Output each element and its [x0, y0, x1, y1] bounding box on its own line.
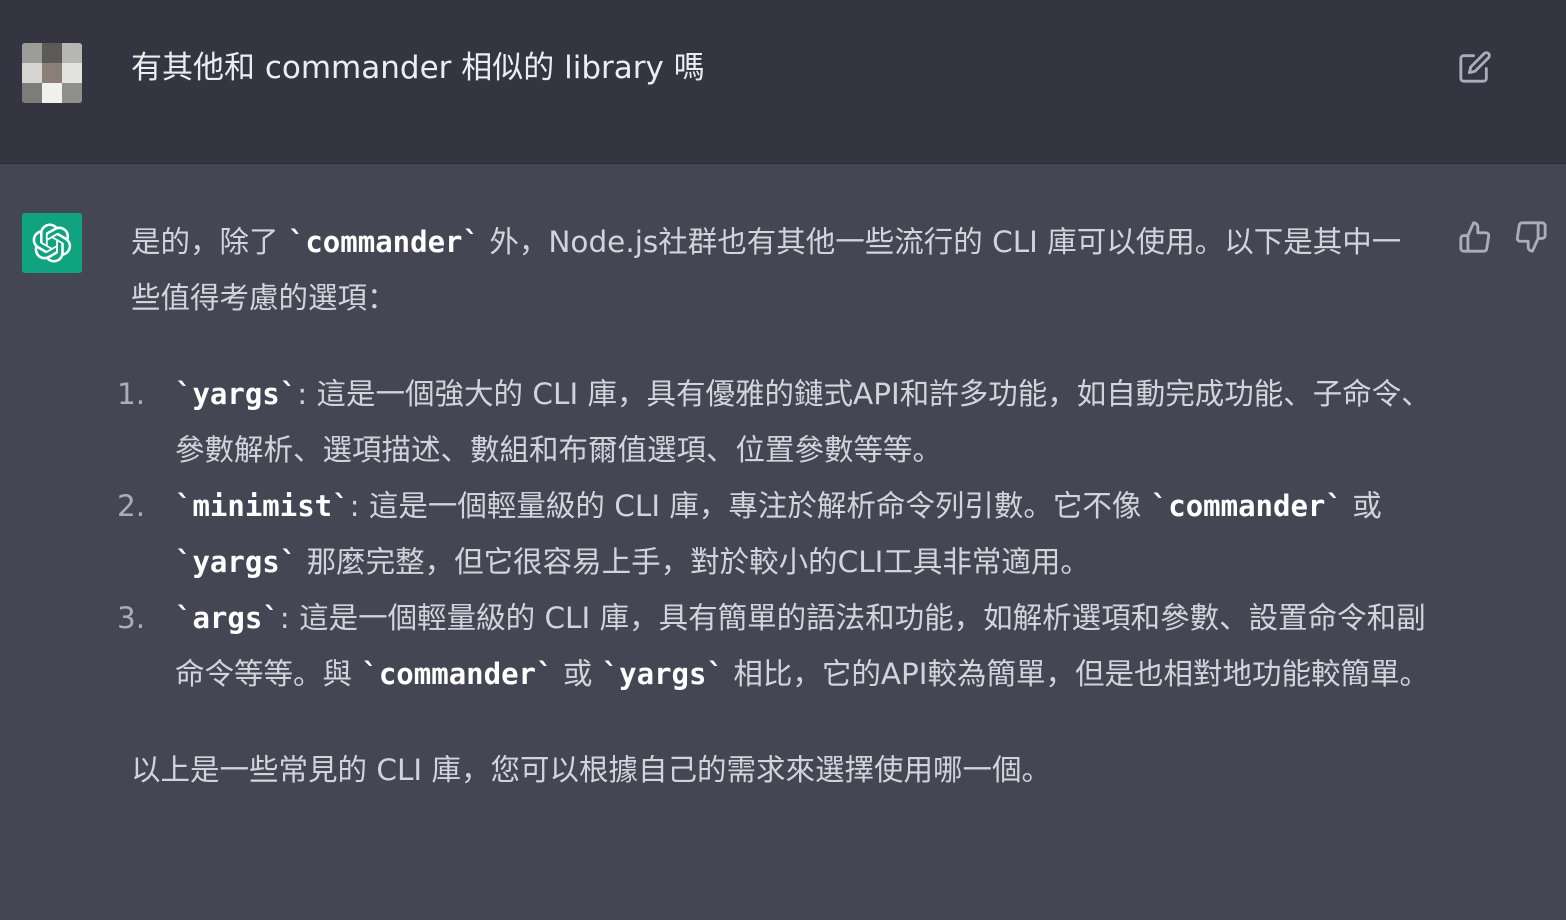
thumbs-down-icon[interactable]	[1514, 220, 1548, 254]
outro-paragraph: 以上是一些常見的 CLI 庫，您可以根據自己的需求來選擇使用哪一個。	[131, 753, 1051, 787]
inline-code: `minimist`	[175, 489, 350, 523]
assistant-message-row: 是的，除了 `commander` 外，Node.js社群也有其他一些流行的 C…	[0, 164, 1566, 920]
intro-paragraph: 是的，除了 `commander` 外，Node.js社群也有其他一些流行的 C…	[131, 225, 1402, 315]
user-message-text: 有其他和 commander 相似的 library 嗎	[131, 50, 705, 86]
thumbs-up-icon[interactable]	[1458, 220, 1492, 254]
library-list: 1. `yargs`: 這是一個強大的 CLI 庫，具有優雅的鏈式API和許多功能…	[117, 366, 1431, 702]
list-item: 3. `args`: 這是一個輕量級的 CLI 庫，具有簡單的語法和功能，如解析選…	[117, 590, 1431, 702]
inline-code: `args`	[175, 601, 280, 635]
list-item: 2. `minimist`: 這是一個輕量級的 CLI 庫，專注於解析命令列引數。…	[117, 478, 1431, 590]
list-number: 1.	[117, 377, 146, 411]
inline-code: `yargs`	[601, 657, 724, 691]
openai-logo-icon	[22, 213, 82, 273]
user-message-row: 有其他和 commander 相似的 library 嗎	[0, 0, 1566, 164]
inline-code: `yargs`	[175, 377, 298, 411]
list-number: 3.	[117, 601, 146, 635]
list-item: 1. `yargs`: 這是一個強大的 CLI 庫，具有優雅的鏈式API和許多功能…	[117, 366, 1431, 478]
list-number: 2.	[117, 489, 146, 523]
user-avatar	[22, 43, 82, 103]
inline-code: `commander`	[361, 657, 554, 691]
assistant-message-content: 是的，除了 `commander` 外，Node.js社群也有其他一些流行的 C…	[117, 214, 1431, 798]
inline-code: `commander`	[1150, 489, 1343, 523]
inline-code: `yargs`	[175, 545, 298, 579]
edit-icon[interactable]	[1458, 50, 1492, 84]
inline-code: `commander`	[287, 225, 480, 259]
